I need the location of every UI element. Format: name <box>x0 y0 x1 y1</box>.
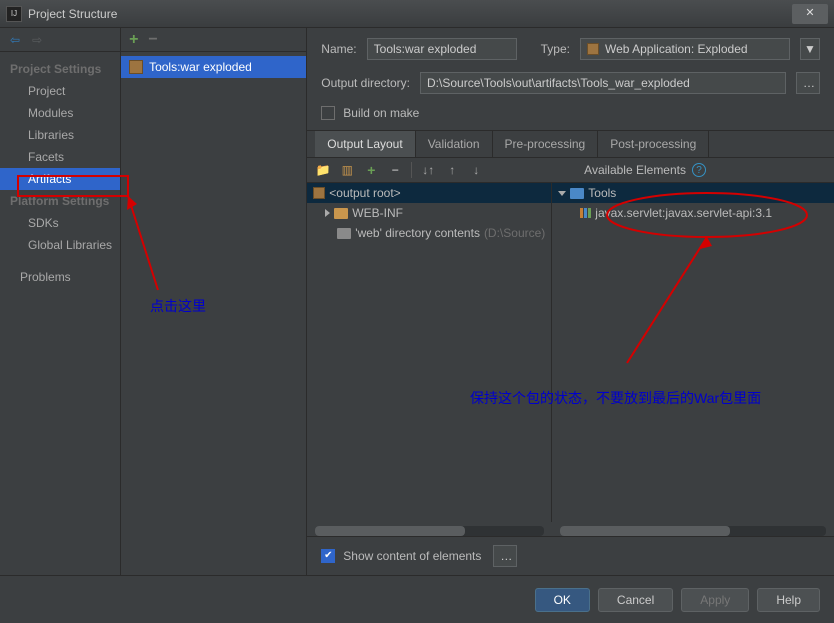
artifact-icon <box>129 60 143 74</box>
toolbar-separator <box>411 162 412 178</box>
new-folder-icon[interactable]: 📁 <box>315 162 331 178</box>
output-scrollbar[interactable] <box>315 526 544 536</box>
output-tree: <output root> WEB-INF 'web' directory co… <box>307 183 552 522</box>
folder-icon <box>334 208 348 219</box>
output-dir-label: Output directory: <box>321 76 410 90</box>
dir-contents-icon <box>337 228 351 239</box>
output-dir-browse-button[interactable]: … <box>796 72 820 94</box>
window-close-button[interactable]: ✕ <box>792 4 828 24</box>
artifact-label: Tools:war exploded <box>149 60 252 74</box>
module-icon <box>570 188 584 199</box>
ok-button[interactable]: OK <box>535 588 590 612</box>
sidebar: ⇦ ⇨ Project Settings Project Modules Lib… <box>0 28 121 575</box>
sidebar-heading-platform-settings: Platform Settings <box>10 190 120 212</box>
show-contents-checkbox[interactable]: ✔ <box>321 549 335 563</box>
tree-label: WEB-INF <box>352 206 403 220</box>
add-artifact-icon[interactable]: + <box>129 31 138 49</box>
sort-icon[interactable]: ↓↑ <box>420 162 436 178</box>
sidebar-item-modules[interactable]: Modules <box>10 102 120 124</box>
output-dir-row: Output directory: … <box>307 66 834 100</box>
tree-row-webdir[interactable]: 'web' directory contents (D:\Source) <box>307 223 551 243</box>
main-panel: Name: Type: Web Application: Exploded ▼ … <box>307 28 834 575</box>
sidebar-item-global-libraries[interactable]: Global Libraries <box>10 234 120 256</box>
remove-icon[interactable]: − <box>387 162 403 178</box>
show-contents-row: ✔ Show content of elements … <box>307 536 834 575</box>
sidebar-item-project[interactable]: Project <box>10 80 120 102</box>
available-lib-row[interactable]: javax.servlet:javax.servlet-api:3.1 <box>552 203 834 223</box>
tab-pre-processing[interactable]: Pre-processing <box>493 131 599 157</box>
output-root-icon <box>313 187 325 199</box>
type-value: Web Application: Exploded <box>605 42 748 56</box>
tab-validation[interactable]: Validation <box>416 131 493 157</box>
output-root-row[interactable]: <output root> <box>307 183 551 203</box>
annotation-overlay <box>552 183 812 513</box>
layout-toolbar: 📁 ▥ + − ↓↑ ↑ ↓ Available Elements ? <box>307 158 834 183</box>
name-input[interactable] <box>367 38 517 60</box>
sidebar-item-libraries[interactable]: Libraries <box>10 124 120 146</box>
artifacts-toolbar: + − <box>121 28 306 52</box>
name-label: Name: <box>321 42 356 56</box>
available-lib-label: javax.servlet:javax.servlet-api:3.1 <box>595 206 772 220</box>
scrollbars-row <box>307 522 834 536</box>
sidebar-nav: ⇦ ⇨ <box>0 28 120 52</box>
add-copy-icon[interactable]: + <box>363 162 379 178</box>
window-title: Project Structure <box>28 7 117 21</box>
available-elements-label: Available Elements <box>584 163 686 177</box>
build-on-make-label: Build on make <box>343 106 419 120</box>
library-icon <box>580 208 591 218</box>
cancel-button[interactable]: Cancel <box>598 588 673 612</box>
build-on-make-checkbox[interactable] <box>321 106 335 120</box>
build-on-make-row: Build on make <box>307 100 834 130</box>
tab-post-processing[interactable]: Post-processing <box>598 131 709 157</box>
show-contents-label: Show content of elements <box>343 549 481 563</box>
apply-button[interactable]: Apply <box>681 588 749 612</box>
sidebar-heading-project-settings: Project Settings <box>10 58 120 80</box>
layout-split: <output root> WEB-INF 'web' directory co… <box>307 183 834 522</box>
output-root-label: <output root> <box>329 186 400 200</box>
titlebar: IJ Project Structure ✕ <box>0 0 834 28</box>
app-icon: IJ <box>6 6 22 22</box>
move-up-icon[interactable]: ↑ <box>444 162 460 178</box>
type-dropdown-button[interactable]: ▼ <box>800 38 820 60</box>
output-dir-input[interactable] <box>420 72 786 94</box>
help-icon[interactable]: ? <box>692 163 706 177</box>
artifact-item[interactable]: Tools:war exploded <box>121 56 306 78</box>
sidebar-item-problems[interactable]: Problems <box>10 266 120 288</box>
expand-icon[interactable] <box>325 209 330 217</box>
type-icon <box>587 43 599 55</box>
tabs: Output Layout Validation Pre-processing … <box>307 130 834 158</box>
type-label: Type: <box>541 42 570 56</box>
new-archive-icon[interactable]: ▥ <box>339 162 355 178</box>
nav-back-icon[interactable]: ⇦ <box>10 33 20 47</box>
sidebar-item-artifacts[interactable]: Artifacts <box>0 168 120 190</box>
dialog-buttons: OK Cancel Apply Help <box>0 575 834 623</box>
sidebar-item-facets[interactable]: Facets <box>10 146 120 168</box>
available-root-label: Tools <box>588 186 616 200</box>
tree-suffix: (D:\Source) <box>484 226 545 240</box>
remove-artifact-icon[interactable]: − <box>148 31 157 49</box>
content: ⇦ ⇨ Project Settings Project Modules Lib… <box>0 28 834 575</box>
type-combo[interactable]: Web Application: Exploded <box>580 38 790 60</box>
tree-row-webinf[interactable]: WEB-INF <box>307 203 551 223</box>
move-down-icon[interactable]: ↓ <box>468 162 484 178</box>
available-scrollbar[interactable] <box>560 526 826 536</box>
help-button[interactable]: Help <box>757 588 820 612</box>
tab-output-layout[interactable]: Output Layout <box>315 131 415 157</box>
sidebar-item-sdks[interactable]: SDKs <box>10 212 120 234</box>
artifacts-panel: + − Tools:war exploded <box>121 28 307 575</box>
artifacts-list: Tools:war exploded <box>121 52 306 82</box>
name-type-row: Name: Type: Web Application: Exploded ▼ <box>307 28 834 66</box>
expand-icon[interactable] <box>558 191 566 196</box>
show-contents-config-button[interactable]: … <box>493 545 517 567</box>
available-root-row[interactable]: Tools <box>552 183 834 203</box>
tree-label: 'web' directory contents <box>355 226 480 240</box>
available-tree: Tools javax.servlet:javax.servlet-api:3.… <box>552 183 834 522</box>
nav-forward-icon[interactable]: ⇨ <box>32 33 42 47</box>
